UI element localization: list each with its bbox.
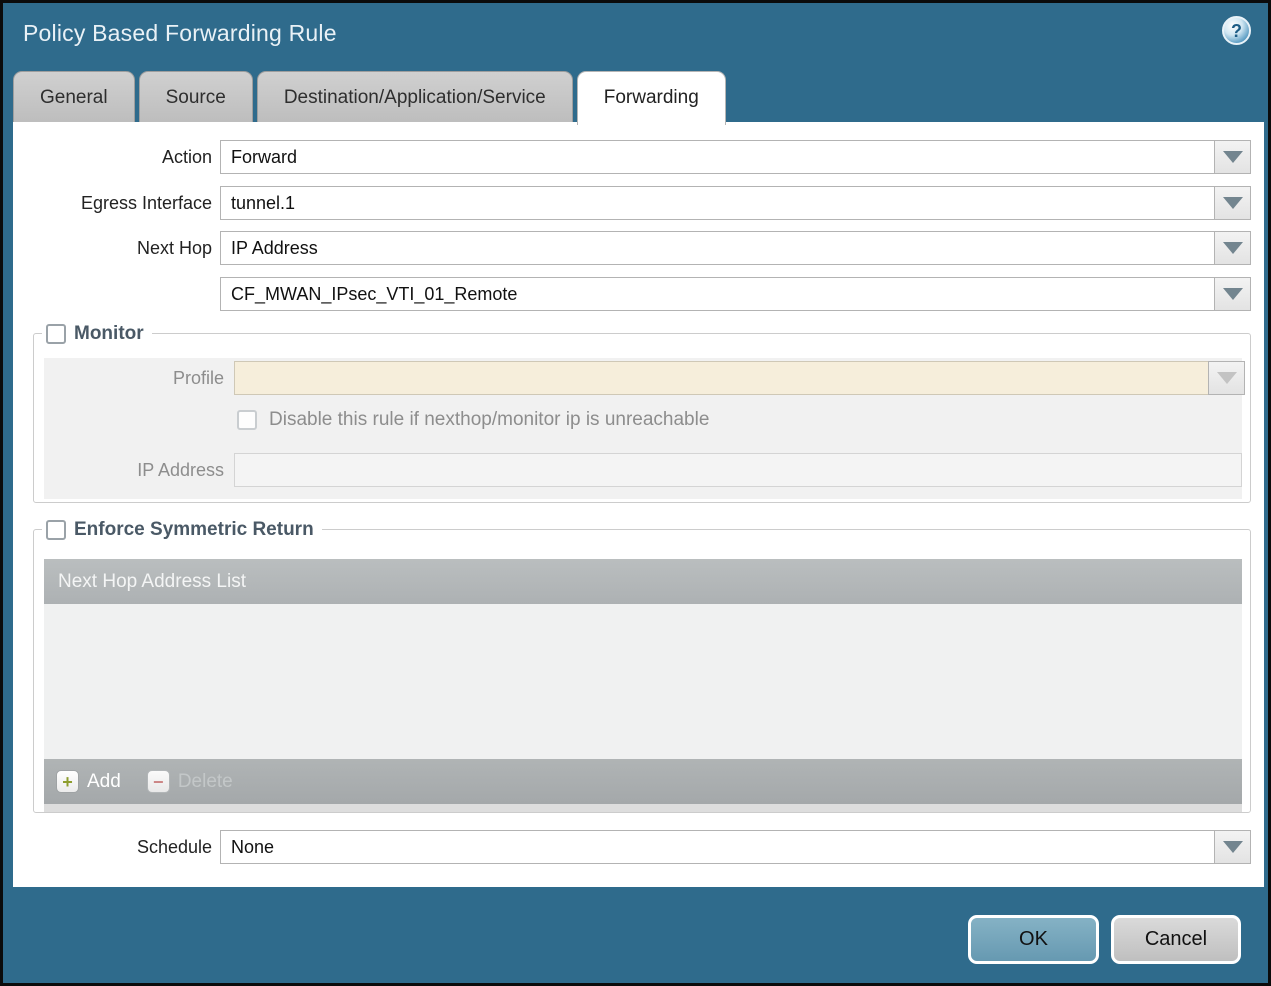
monitor-checkbox[interactable] — [46, 324, 66, 344]
disable-rule-row: Disable this rule if nexthop/monitor ip … — [237, 409, 709, 431]
next-hop-type-field[interactable]: IP Address — [220, 231, 1215, 265]
help-icon[interactable]: ? — [1222, 16, 1251, 45]
next-hop-type-dropdown-button[interactable] — [1214, 231, 1251, 265]
egress-interface-field[interactable]: tunnel.1 — [220, 186, 1215, 220]
disable-rule-checkbox[interactable] — [237, 410, 257, 430]
add-button-label: Add — [87, 770, 121, 792]
symmetric-return-legend: Enforce Symmetric Return — [42, 517, 322, 543]
forwarding-tab-panel: Action Forward Egress Interface tunnel.1… — [13, 122, 1264, 887]
delete-button-label: Delete — [177, 770, 233, 792]
symmetric-return-legend-label: Enforce Symmetric Return — [74, 519, 314, 540]
add-button[interactable]: + Add — [56, 770, 121, 793]
monitor-legend: Monitor — [42, 321, 152, 347]
disable-rule-label: Disable this rule if nexthop/monitor ip … — [269, 409, 710, 430]
dialog-title: Policy Based Forwarding Rule — [23, 20, 337, 46]
next-hop-label: Next Hop — [136, 238, 212, 258]
next-hop-address-dropdown-button[interactable] — [1214, 277, 1251, 311]
monitor-panel: Profile Disable this rule if nexthop/mon… — [44, 358, 1245, 499]
delete-button[interactable]: − Delete — [146, 770, 233, 793]
enforce-symmetric-return-checkbox[interactable] — [46, 520, 66, 540]
next-hop-address-field[interactable]: CF_MWAN_IPsec_VTI_01_Remote — [220, 277, 1215, 311]
profile-label: Profile — [172, 368, 224, 388]
monitor-legend-label: Monitor — [74, 323, 144, 344]
action-label: Action — [161, 147, 212, 167]
monitor-ip-address-label: IP Address — [137, 460, 224, 480]
tab-source[interactable]: Source — [138, 71, 253, 123]
monitor-ip-address-field[interactable] — [234, 453, 1242, 487]
cancel-button[interactable]: Cancel — [1111, 915, 1241, 964]
next-hop-address-list-toolbar: + Add − Delete — [44, 759, 1242, 804]
chevron-down-icon — [1222, 197, 1243, 209]
egress-interface-dropdown-button[interactable] — [1214, 186, 1251, 220]
chevron-down-icon — [1222, 288, 1243, 300]
chevron-down-icon — [1216, 372, 1237, 384]
table-scrollbar-strip — [44, 804, 1242, 812]
monitor-fieldset: Monitor Profile Disable this rule if nex… — [33, 321, 1251, 503]
symmetric-return-fieldset: Enforce Symmetric Return Next Hop Addres… — [33, 517, 1251, 813]
action-field[interactable]: Forward — [220, 140, 1215, 174]
schedule-dropdown-button[interactable] — [1214, 830, 1251, 864]
chevron-down-icon — [1222, 151, 1243, 163]
tab-general[interactable]: General — [13, 71, 135, 123]
plus-icon: + — [56, 770, 79, 793]
minus-icon: − — [146, 770, 170, 793]
chevron-down-icon — [1222, 242, 1243, 254]
schedule-label: Schedule — [136, 837, 212, 857]
tab-bar: General Source Destination/Application/S… — [13, 71, 726, 125]
schedule-field[interactable]: None — [220, 830, 1215, 864]
ok-button[interactable]: OK — [968, 915, 1099, 964]
policy-based-forwarding-dialog: Policy Based Forwarding Rule ? General S… — [0, 0, 1271, 986]
next-hop-address-list-body[interactable] — [44, 604, 1242, 759]
tab-forwarding[interactable]: Forwarding — [576, 71, 726, 125]
dialog-titlebar: Policy Based Forwarding Rule ? — [3, 3, 1268, 67]
profile-field[interactable] — [234, 361, 1209, 395]
next-hop-address-list-header: Next Hop Address List — [44, 559, 1242, 604]
next-hop-address-list-table: Next Hop Address List + Add − Delete — [44, 559, 1242, 812]
tab-destination-application-service[interactable]: Destination/Application/Service — [256, 71, 573, 123]
egress-interface-label: Egress Interface — [80, 193, 212, 213]
profile-dropdown-button[interactable] — [1208, 361, 1245, 395]
action-dropdown-button[interactable] — [1214, 140, 1251, 174]
chevron-down-icon — [1222, 841, 1243, 853]
